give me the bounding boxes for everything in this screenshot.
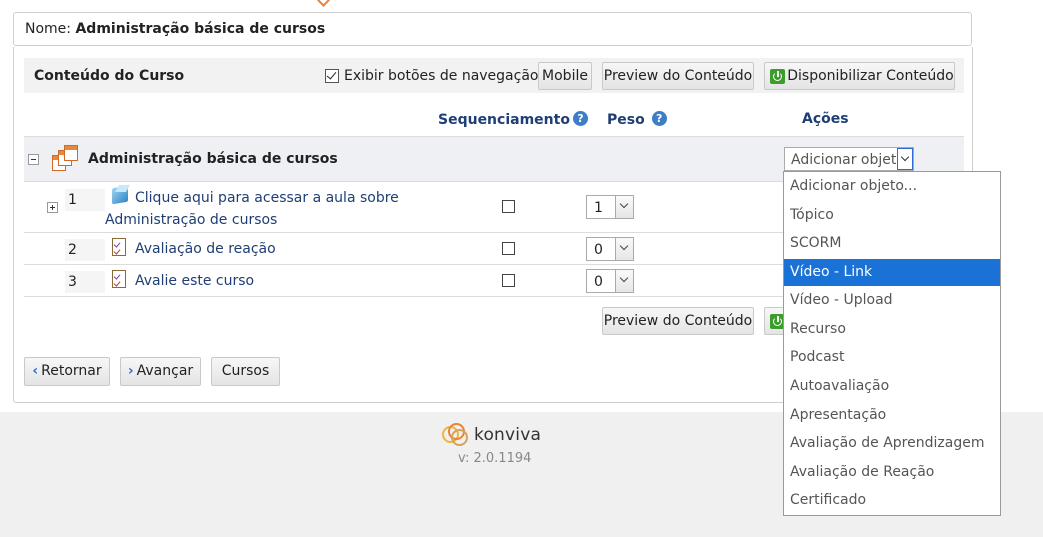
preview-content-button-bottom[interactable]: Preview do Conteúdo: [602, 307, 754, 335]
brand-name: konviva: [474, 425, 542, 445]
dropdown-option[interactable]: Adicionar objeto...: [784, 173, 1000, 200]
dropdown-option[interactable]: Apresentação: [784, 402, 1000, 429]
sequencing-checkbox[interactable]: [502, 242, 515, 255]
row-number: 3: [65, 271, 105, 293]
dropdown-option[interactable]: Avaliação de Reação: [784, 459, 1000, 486]
column-actions: Ações: [802, 111, 849, 127]
course-name: Administração básica de cursos: [75, 21, 326, 37]
nav-buttons-checkbox[interactable]: [325, 69, 339, 83]
checklist-icon: [112, 270, 126, 288]
row-title-link[interactable]: Administração de cursos: [105, 209, 277, 231]
chevron-down-icon: [615, 238, 633, 260]
row-title-link[interactable]: Clique aqui para acessar a aula sobre: [135, 187, 399, 209]
chevron-down-icon: [615, 196, 633, 218]
chevron-down-icon: [615, 270, 633, 292]
publish-content-button[interactable]: Disponibilizar Conteúdo: [764, 62, 955, 90]
dropdown-option[interactable]: Certificado: [784, 487, 1000, 514]
row-number: 1: [65, 189, 105, 211]
dropdown-option[interactable]: Recurso: [784, 316, 1000, 343]
chevron-right-icon: ›: [127, 363, 134, 379]
course-name-header: Nome: Administração básica de cursos: [13, 12, 972, 46]
documents-icon: [52, 145, 80, 171]
name-label: Nome:: [25, 21, 72, 37]
sequencing-checkbox[interactable]: [502, 274, 515, 287]
dropdown-option[interactable]: Avaliação de Aprendizagem: [784, 430, 1000, 457]
chevron-left-icon: ‹: [32, 363, 39, 379]
preview-content-button[interactable]: Preview do Conteúdo: [602, 62, 754, 90]
row-title-link[interactable]: Avalie este curso: [135, 270, 254, 292]
top-notch-icon: [318, 0, 328, 5]
next-button[interactable]: › Avançar: [120, 357, 201, 386]
section-title: Administração básica de cursos: [88, 151, 338, 167]
power-icon: [770, 69, 785, 84]
add-object-dropdown[interactable]: Adicionar objeto... Tópico SCORM Vídeo -…: [783, 171, 1001, 516]
help-icon[interactable]: ?: [651, 111, 667, 126]
add-object-select[interactable]: Adicionar objeto...: [784, 147, 914, 171]
mobile-button[interactable]: Mobile: [538, 62, 592, 90]
dropdown-option-selected[interactable]: Vídeo - Link: [784, 259, 1000, 286]
checklist-icon: [112, 238, 126, 256]
expand-icon[interactable]: [47, 202, 58, 213]
cube-icon: [109, 185, 131, 205]
row-title-link[interactable]: Avaliação de reação: [135, 238, 276, 260]
nav-buttons-label[interactable]: Exibir botões de navegação: [344, 68, 538, 84]
dropdown-option[interactable]: Vídeo - Upload: [784, 287, 1000, 314]
version-label: v: 2.0.1194: [458, 451, 532, 466]
chevron-down-icon[interactable]: [897, 148, 913, 170]
dropdown-option[interactable]: SCORM: [784, 230, 1000, 257]
weight-select[interactable]: 0: [586, 237, 634, 261]
back-button[interactable]: ‹ Retornar: [24, 357, 110, 386]
courses-button[interactable]: Cursos: [211, 357, 280, 386]
weight-select[interactable]: 1: [586, 195, 634, 219]
content-toolbar: Conteúdo do Curso Exibir botões de naveg…: [24, 58, 964, 93]
konviva-logo-icon: [442, 423, 470, 447]
help-icon[interactable]: ?: [572, 111, 588, 126]
dropdown-option[interactable]: Podcast: [784, 344, 1000, 371]
sequencing-checkbox[interactable]: [502, 200, 515, 213]
weight-select[interactable]: 0: [586, 269, 634, 293]
dropdown-option[interactable]: Tópico: [784, 202, 1000, 229]
dropdown-option[interactable]: Autoavaliação: [784, 373, 1000, 400]
row-number: 2: [65, 239, 105, 261]
column-weight: Peso?: [607, 111, 667, 128]
column-sequencing: Sequenciamento?: [438, 111, 588, 128]
toolbar-title: Conteúdo do Curso: [34, 68, 185, 84]
collapse-icon[interactable]: [28, 154, 39, 165]
